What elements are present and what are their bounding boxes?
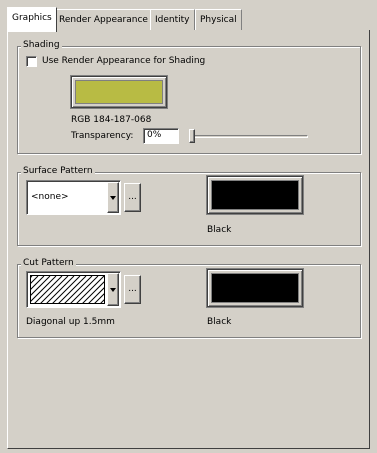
surface-pattern-value: <none> bbox=[31, 192, 69, 202]
tab-identity-label: Identity bbox=[155, 15, 190, 25]
transparency-slider-track[interactable] bbox=[189, 135, 308, 138]
chevron-down-icon bbox=[110, 288, 116, 292]
transparency-slider-thumb[interactable] bbox=[189, 129, 195, 143]
cut-pattern-name: Diagonal up 1.5mm bbox=[26, 317, 115, 327]
use-render-appearance-label: Use Render Appearance for Shading bbox=[42, 56, 206, 66]
cut-pattern-legend: Cut Pattern bbox=[21, 258, 76, 269]
transparency-label: Transparency: bbox=[71, 131, 134, 141]
surface-pattern-browse-button[interactable]: ... bbox=[124, 183, 141, 212]
use-render-appearance-checkbox[interactable] bbox=[26, 56, 37, 67]
diagonal-hatch-pattern-preview bbox=[30, 275, 105, 304]
diagonal-hatch-icon bbox=[31, 276, 104, 303]
shading-color-button[interactable] bbox=[70, 75, 168, 109]
tab-graphics[interactable]: Graphics bbox=[7, 7, 57, 32]
cut-color-button[interactable] bbox=[206, 268, 304, 308]
surface-pattern-legend: Surface Pattern bbox=[21, 166, 95, 177]
tab-render-appearance-label: Render Appearance bbox=[59, 15, 148, 25]
chevron-down-icon bbox=[110, 196, 116, 200]
transparency-input[interactable]: 0% bbox=[143, 128, 179, 144]
cut-color-fill bbox=[211, 273, 299, 303]
surface-pattern-dropdown[interactable]: <none> bbox=[26, 180, 121, 215]
surface-color-fill bbox=[211, 180, 299, 210]
tab-render-appearance[interactable]: Render Appearance bbox=[54, 9, 153, 31]
surface-color-button[interactable] bbox=[206, 175, 304, 215]
cut-pattern-browse-button[interactable]: ... bbox=[124, 275, 141, 304]
tab-identity[interactable]: Identity bbox=[150, 9, 195, 31]
surface-color-name: Black bbox=[207, 225, 232, 235]
shading-legend: Shading bbox=[21, 40, 62, 51]
shading-color-fill bbox=[75, 80, 163, 104]
tab-physical[interactable]: Physical bbox=[195, 9, 242, 31]
cut-pattern-dropdown-button[interactable] bbox=[107, 273, 119, 306]
tab-graphics-label: Graphics bbox=[12, 13, 52, 23]
cut-pattern-dropdown[interactable] bbox=[26, 271, 121, 308]
cut-color-name: Black bbox=[207, 317, 232, 327]
shading-rgb-text: RGB 184-187-068 bbox=[71, 115, 152, 125]
tab-physical-label: Physical bbox=[200, 15, 237, 25]
surface-pattern-dropdown-button[interactable] bbox=[107, 182, 119, 213]
